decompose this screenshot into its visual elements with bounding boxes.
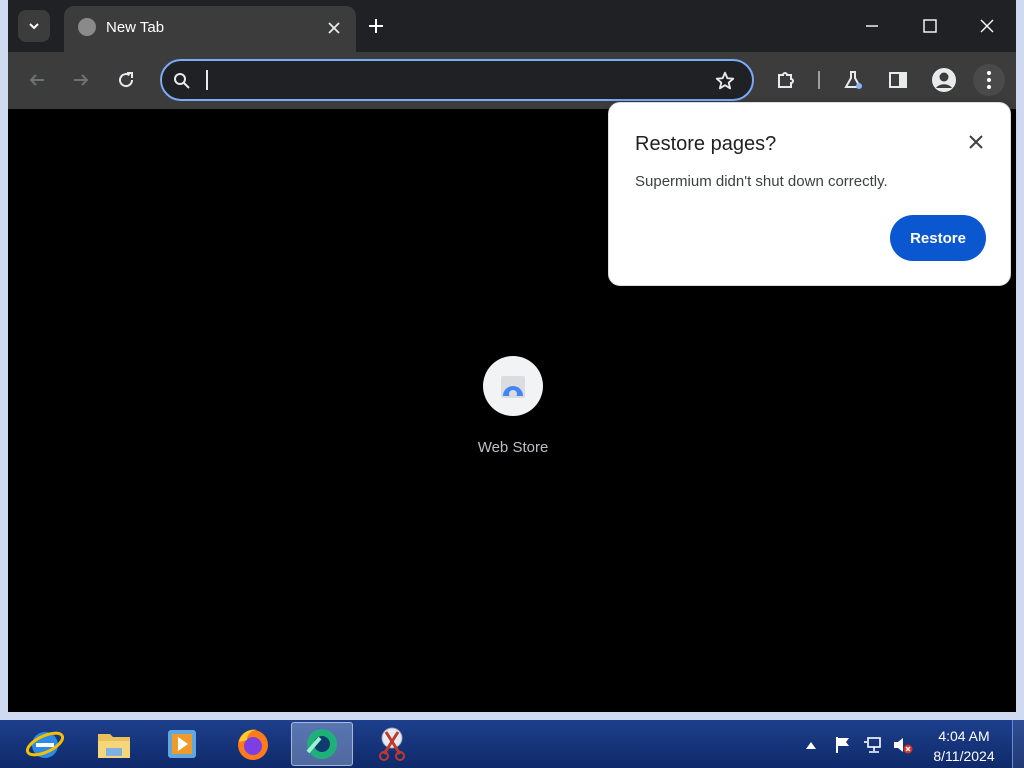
shortcut-label: Web Store [477, 439, 549, 456]
taskbar-supermium[interactable] [291, 722, 353, 766]
internet-explorer-icon [25, 731, 65, 758]
forward-button[interactable] [65, 64, 97, 96]
tab-close-button[interactable] [322, 16, 346, 40]
restore-button[interactable]: Restore [890, 215, 986, 261]
shortcut-web-store[interactable] [483, 356, 543, 416]
reload-icon [119, 72, 134, 88]
toolbar-separator [818, 71, 820, 89]
maximize-icon [923, 19, 937, 33]
tray-action-center[interactable] [832, 734, 854, 756]
minimize-button[interactable] [856, 10, 888, 42]
file-explorer-icon [98, 734, 130, 758]
profile-button[interactable] [928, 64, 960, 96]
omnibox[interactable] [160, 59, 754, 101]
tab-strip: New Tab [8, 0, 1016, 52]
network-icon [864, 737, 881, 753]
globe-icon [78, 18, 96, 36]
taskbar-firefox[interactable] [222, 722, 284, 766]
dialog-title: Restore pages? [635, 133, 777, 155]
clock-time: 4:04 AM [938, 728, 990, 744]
close-icon [969, 135, 983, 149]
kebab-menu-icon [987, 71, 991, 89]
reload-button[interactable] [110, 64, 142, 96]
chevron-up-icon [806, 742, 816, 749]
taskbar: 4:04 AM 8/11/2024 [0, 720, 1024, 768]
taskbar-internet-explorer[interactable] [14, 722, 76, 766]
tray-overflow-button[interactable] [800, 734, 822, 756]
firefox-icon [238, 729, 268, 760]
maximize-button[interactable] [914, 10, 946, 42]
new-tab-button[interactable] [362, 12, 390, 40]
media-player-icon [168, 730, 196, 758]
show-desktop-button[interactable] [1012, 720, 1024, 768]
minimize-icon [866, 25, 878, 27]
tab-search-button[interactable] [18, 10, 50, 42]
restore-pages-dialog: Restore pages? Supermium didn't shut dow… [608, 102, 1011, 286]
tab-title: New Tab [106, 19, 165, 36]
avatar-icon [932, 68, 956, 92]
toolbar [8, 52, 1016, 109]
chevron-down-icon [29, 23, 39, 30]
labs-button[interactable] [837, 64, 869, 96]
star-icon[interactable] [714, 70, 736, 92]
extensions-button[interactable] [770, 64, 802, 96]
volume-muted-icon [894, 738, 913, 754]
menu-button[interactable] [973, 64, 1005, 96]
text-caret [206, 70, 208, 90]
taskbar-media-player[interactable] [151, 722, 213, 766]
supermium-icon [306, 729, 337, 759]
tray-network[interactable] [862, 734, 884, 756]
tab-new-tab[interactable]: New Tab [64, 6, 356, 52]
side-panel-icon [889, 72, 907, 88]
puzzle-icon [778, 72, 794, 88]
taskbar-file-explorer[interactable] [83, 722, 145, 766]
dialog-message: Supermium didn't shut down correctly. [635, 173, 888, 190]
close-icon [980, 19, 994, 33]
omnibox-input[interactable] [204, 68, 684, 92]
dialog-close-button[interactable] [963, 129, 989, 155]
tray-volume[interactable] [892, 734, 914, 756]
side-panel-button[interactable] [882, 64, 914, 96]
flag-icon [836, 737, 849, 753]
clock-date: 8/11/2024 [933, 748, 995, 764]
plus-icon [369, 19, 383, 33]
arrow-left-icon [29, 74, 44, 86]
web-store-icon [501, 376, 525, 398]
search-icon [174, 73, 190, 89]
arrow-right-icon [74, 74, 89, 86]
close-window-button[interactable] [971, 10, 1003, 42]
flask-icon [844, 71, 862, 89]
close-icon [328, 22, 340, 34]
taskbar-snipping-tool[interactable] [361, 722, 423, 766]
taskbar-clock[interactable]: 4:04 AM 8/11/2024 [924, 726, 1004, 766]
desktop: New Tab Web Store Restore pages? Supermi… [0, 0, 1024, 768]
snipping-tool-icon [379, 727, 405, 761]
back-button[interactable] [21, 64, 53, 96]
